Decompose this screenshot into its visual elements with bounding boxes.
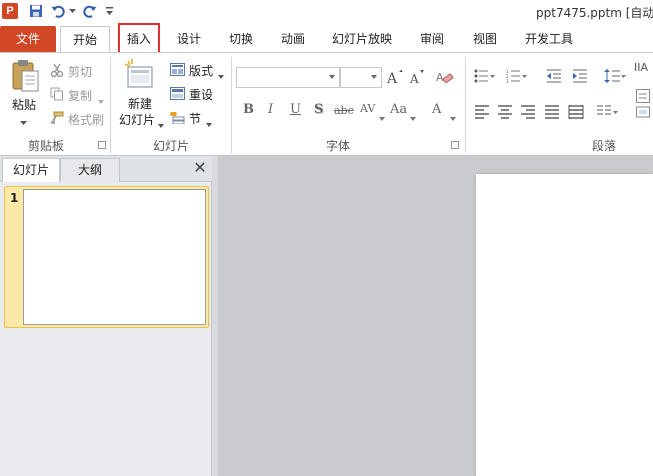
align-right-icon[interactable] <box>520 105 536 122</box>
section-icon[interactable] <box>170 111 185 127</box>
copy-button[interactable]: 复制 <box>68 87 92 104</box>
redo-icon[interactable] <box>82 3 98 19</box>
layout-icon[interactable] <box>170 63 185 79</box>
tab-outline[interactable]: 大纲 <box>60 158 120 182</box>
section-dropdown-icon[interactable] <box>206 116 212 130</box>
align-text-icon[interactable] <box>636 89 650 106</box>
tab-slides[interactable]: 幻灯片 <box>2 158 60 182</box>
tab-animations[interactable]: 动画 <box>274 26 312 52</box>
bullets-icon[interactable] <box>474 69 496 86</box>
bold-button[interactable]: B <box>243 102 254 117</box>
ribbon: 粘贴 剪切 复制 格式刷 剪贴板 新建 幻灯片 版式 重设 节 幻灯片 A A … <box>0 52 653 156</box>
font-group-label: 字体 <box>326 139 351 153</box>
smartart-icon[interactable] <box>636 105 650 122</box>
layout-button[interactable]: 版式 <box>189 62 213 79</box>
font-launcher-icon[interactable] <box>451 141 459 149</box>
numbering-icon[interactable]: 123 <box>506 69 528 86</box>
clear-format-icon[interactable]: A <box>436 69 454 88</box>
copy-dropdown-icon[interactable] <box>98 93 104 107</box>
svg-text:3: 3 <box>506 79 509 83</box>
title-bar: P ppt7475.pptm [自动保 <box>0 0 653 24</box>
tab-slideshow[interactable]: 幻灯片放映 <box>326 26 398 52</box>
tab-home[interactable]: 开始 <box>60 26 110 52</box>
reset-button[interactable]: 重设 <box>189 86 213 103</box>
new-slide-label-line1[interactable]: 新建 <box>128 95 152 112</box>
justify-icon[interactable] <box>544 105 560 122</box>
pane-tabs: 幻灯片 大纲 ✕ <box>0 156 212 182</box>
paste-icon[interactable] <box>10 59 40 96</box>
tab-file[interactable]: 文件 <box>0 26 56 52</box>
tab-developer[interactable]: 开发工具 <box>518 26 580 52</box>
group-divider <box>465 57 466 153</box>
slide-thumbnail-selected[interactable]: 1 <box>4 186 209 328</box>
text-direction-icon[interactable]: IIA <box>634 59 650 80</box>
strikethrough-button[interactable]: abc <box>334 104 354 117</box>
format-painter-icon[interactable] <box>50 111 64 128</box>
format-painter-button[interactable]: 格式刷 <box>68 111 104 128</box>
spacing-dropdown-icon[interactable] <box>379 110 385 124</box>
slide-pane: 幻灯片 大纲 ✕ 1 <box>0 156 212 476</box>
paste-button[interactable]: 粘贴 <box>12 96 36 113</box>
layout-dropdown-icon[interactable] <box>218 68 224 82</box>
save-icon[interactable] <box>28 3 44 19</box>
change-case-button[interactable]: Aa <box>390 102 407 117</box>
font-color-button[interactable]: A <box>432 102 441 117</box>
cut-button[interactable]: 剪切 <box>68 63 92 80</box>
tab-review[interactable]: 审阅 <box>412 26 452 52</box>
cut-icon[interactable] <box>50 63 64 80</box>
group-divider <box>110 57 111 153</box>
watermark: S 经验分享 <box>556 422 616 436</box>
undo-dropdown-icon[interactable] <box>68 3 76 19</box>
svg-text:IIA: IIA <box>634 61 648 74</box>
distributed-icon[interactable] <box>568 105 584 122</box>
window-title: ppt7475.pptm [自动保 <box>536 6 653 20</box>
insert-tab-highlight-box <box>118 23 160 55</box>
reset-icon[interactable] <box>170 87 185 103</box>
italic-button[interactable]: I <box>268 102 273 117</box>
group-divider <box>231 57 232 153</box>
tab-design[interactable]: 设计 <box>170 26 208 52</box>
shrink-font-icon[interactable]: A <box>409 69 425 88</box>
paragraph-group-label: 段落 <box>592 139 617 153</box>
case-dropdown-icon[interactable] <box>410 110 416 124</box>
new-slide-button[interactable]: 幻灯片 <box>119 111 155 128</box>
line-spacing-icon[interactable] <box>604 69 626 86</box>
font-color-dropdown-icon[interactable] <box>450 110 456 124</box>
svg-text:A: A <box>387 71 398 85</box>
align-left-icon[interactable] <box>474 105 490 122</box>
customize-qat-icon[interactable] <box>104 3 114 19</box>
tab-view[interactable]: 视图 <box>465 26 505 52</box>
powerpoint-window: P ppt7475.pptm [自动保 文件 开始 插入 设计 切换 动画 幻灯… <box>0 0 653 476</box>
clipboard-group-label: 剪贴板 <box>28 139 65 153</box>
font-size-combo[interactable] <box>340 67 382 88</box>
new-slide-icon[interactable] <box>124 59 156 94</box>
clipboard-launcher-icon[interactable] <box>98 141 106 149</box>
ribbon-tabs: 文件 开始 插入 设计 切换 动画 幻灯片放映 审阅 视图 开发工具 <box>0 24 653 52</box>
character-spacing-button[interactable]: AV <box>360 102 375 115</box>
font-name-combo[interactable] <box>236 67 340 88</box>
increase-indent-icon[interactable] <box>572 69 588 86</box>
svg-text:A: A <box>409 72 419 85</box>
underline-button[interactable]: U <box>290 102 301 117</box>
powerpoint-app-icon[interactable]: P <box>2 3 18 19</box>
paste-dropdown-icon[interactable] <box>20 115 27 129</box>
slide-thumbnail[interactable] <box>23 189 206 325</box>
tab-transitions[interactable]: 切换 <box>222 26 260 52</box>
undo-icon[interactable] <box>50 3 66 19</box>
svg-text:A: A <box>436 71 444 84</box>
slide-number: 1 <box>10 191 19 205</box>
close-pane-icon[interactable]: ✕ <box>192 160 208 176</box>
text-shadow-button[interactable]: S <box>314 102 323 117</box>
align-center-icon[interactable] <box>497 105 513 122</box>
decrease-indent-icon[interactable] <box>546 69 562 86</box>
columns-icon[interactable] <box>596 105 618 122</box>
section-button[interactable]: 节 <box>189 110 201 127</box>
new-slide-dropdown-icon[interactable] <box>158 117 164 131</box>
copy-icon[interactable] <box>50 87 64 104</box>
slides-group-label: 幻灯片 <box>153 139 190 153</box>
grow-font-icon[interactable]: A <box>386 69 403 88</box>
